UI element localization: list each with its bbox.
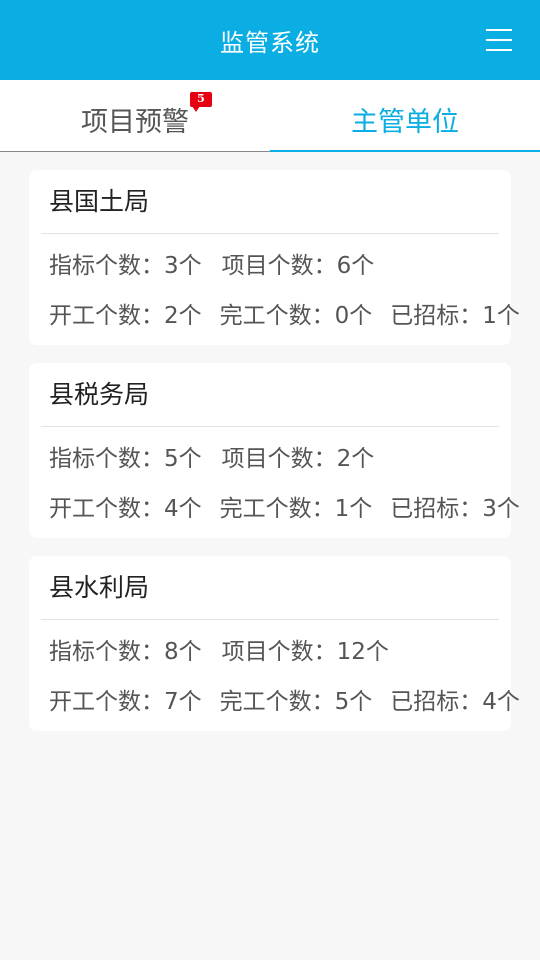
tendered-count: 已招标：4个 xyxy=(390,689,520,715)
unit-name: 县国土局 xyxy=(41,170,499,234)
stat-row: 指标个数：3个 项目个数：6个 xyxy=(41,234,499,292)
completed-count: 完工个数：5个 xyxy=(219,689,373,715)
menu-line xyxy=(486,29,512,31)
unit-list: 县国土局 指标个数：3个 项目个数：6个 开工个数：2个 完工个数：0个 已招标… xyxy=(0,152,540,731)
stat-row: 指标个数：5个 项目个数：2个 xyxy=(41,427,499,485)
indicator-count: 指标个数：3个 xyxy=(49,253,202,279)
completed-count: 完工个数：1个 xyxy=(219,496,373,522)
tab-label: 项目预警 xyxy=(81,107,189,138)
page-title: 监管系统 xyxy=(220,28,320,57)
notification-badge: 5 xyxy=(190,92,212,112)
tendered-count: 已招标：3个 xyxy=(390,496,520,522)
tab-label: 主管单位 xyxy=(351,106,459,138)
tab-supervising-unit[interactable]: 主管单位 xyxy=(270,80,540,152)
hamburger-menu-icon[interactable] xyxy=(486,29,512,51)
unit-card[interactable]: 县国土局 指标个数：3个 项目个数：6个 开工个数：2个 完工个数：0个 已招标… xyxy=(29,170,520,345)
unit-name: 县水利局 xyxy=(41,556,499,620)
project-count: 项目个数：2个 xyxy=(221,446,375,472)
menu-line xyxy=(486,39,512,41)
app-header: 监管系统 xyxy=(0,0,540,80)
unit-name: 县税务局 xyxy=(41,363,499,427)
stat-row: 开工个数：7个 完工个数：5个 已招标：4个 xyxy=(41,678,520,720)
tab-bar: 项目预警 5 主管单位 xyxy=(0,80,540,152)
stat-row: 开工个数：2个 完工个数：0个 已招标：1个 xyxy=(41,292,520,334)
stat-row: 指标个数：8个 项目个数：12个 xyxy=(41,620,499,678)
project-count: 项目个数：6个 xyxy=(221,253,375,279)
tab-project-warning[interactable]: 项目预警 5 xyxy=(0,80,270,151)
started-count: 开工个数：4个 xyxy=(49,496,202,522)
started-count: 开工个数：2个 xyxy=(49,303,202,329)
started-count: 开工个数：7个 xyxy=(49,689,202,715)
tendered-count: 已招标：1个 xyxy=(390,303,520,329)
project-count: 项目个数：12个 xyxy=(221,639,389,665)
unit-card[interactable]: 县水利局 指标个数：8个 项目个数：12个 开工个数：7个 完工个数：5个 已招… xyxy=(29,556,520,731)
indicator-count: 指标个数：5个 xyxy=(49,446,202,472)
unit-card[interactable]: 县税务局 指标个数：5个 项目个数：2个 开工个数：4个 完工个数：1个 已招标… xyxy=(29,363,520,538)
indicator-count: 指标个数：8个 xyxy=(49,639,202,665)
stat-row: 开工个数：4个 完工个数：1个 已招标：3个 xyxy=(41,485,520,527)
completed-count: 完工个数：0个 xyxy=(219,303,373,329)
menu-line xyxy=(486,49,512,51)
